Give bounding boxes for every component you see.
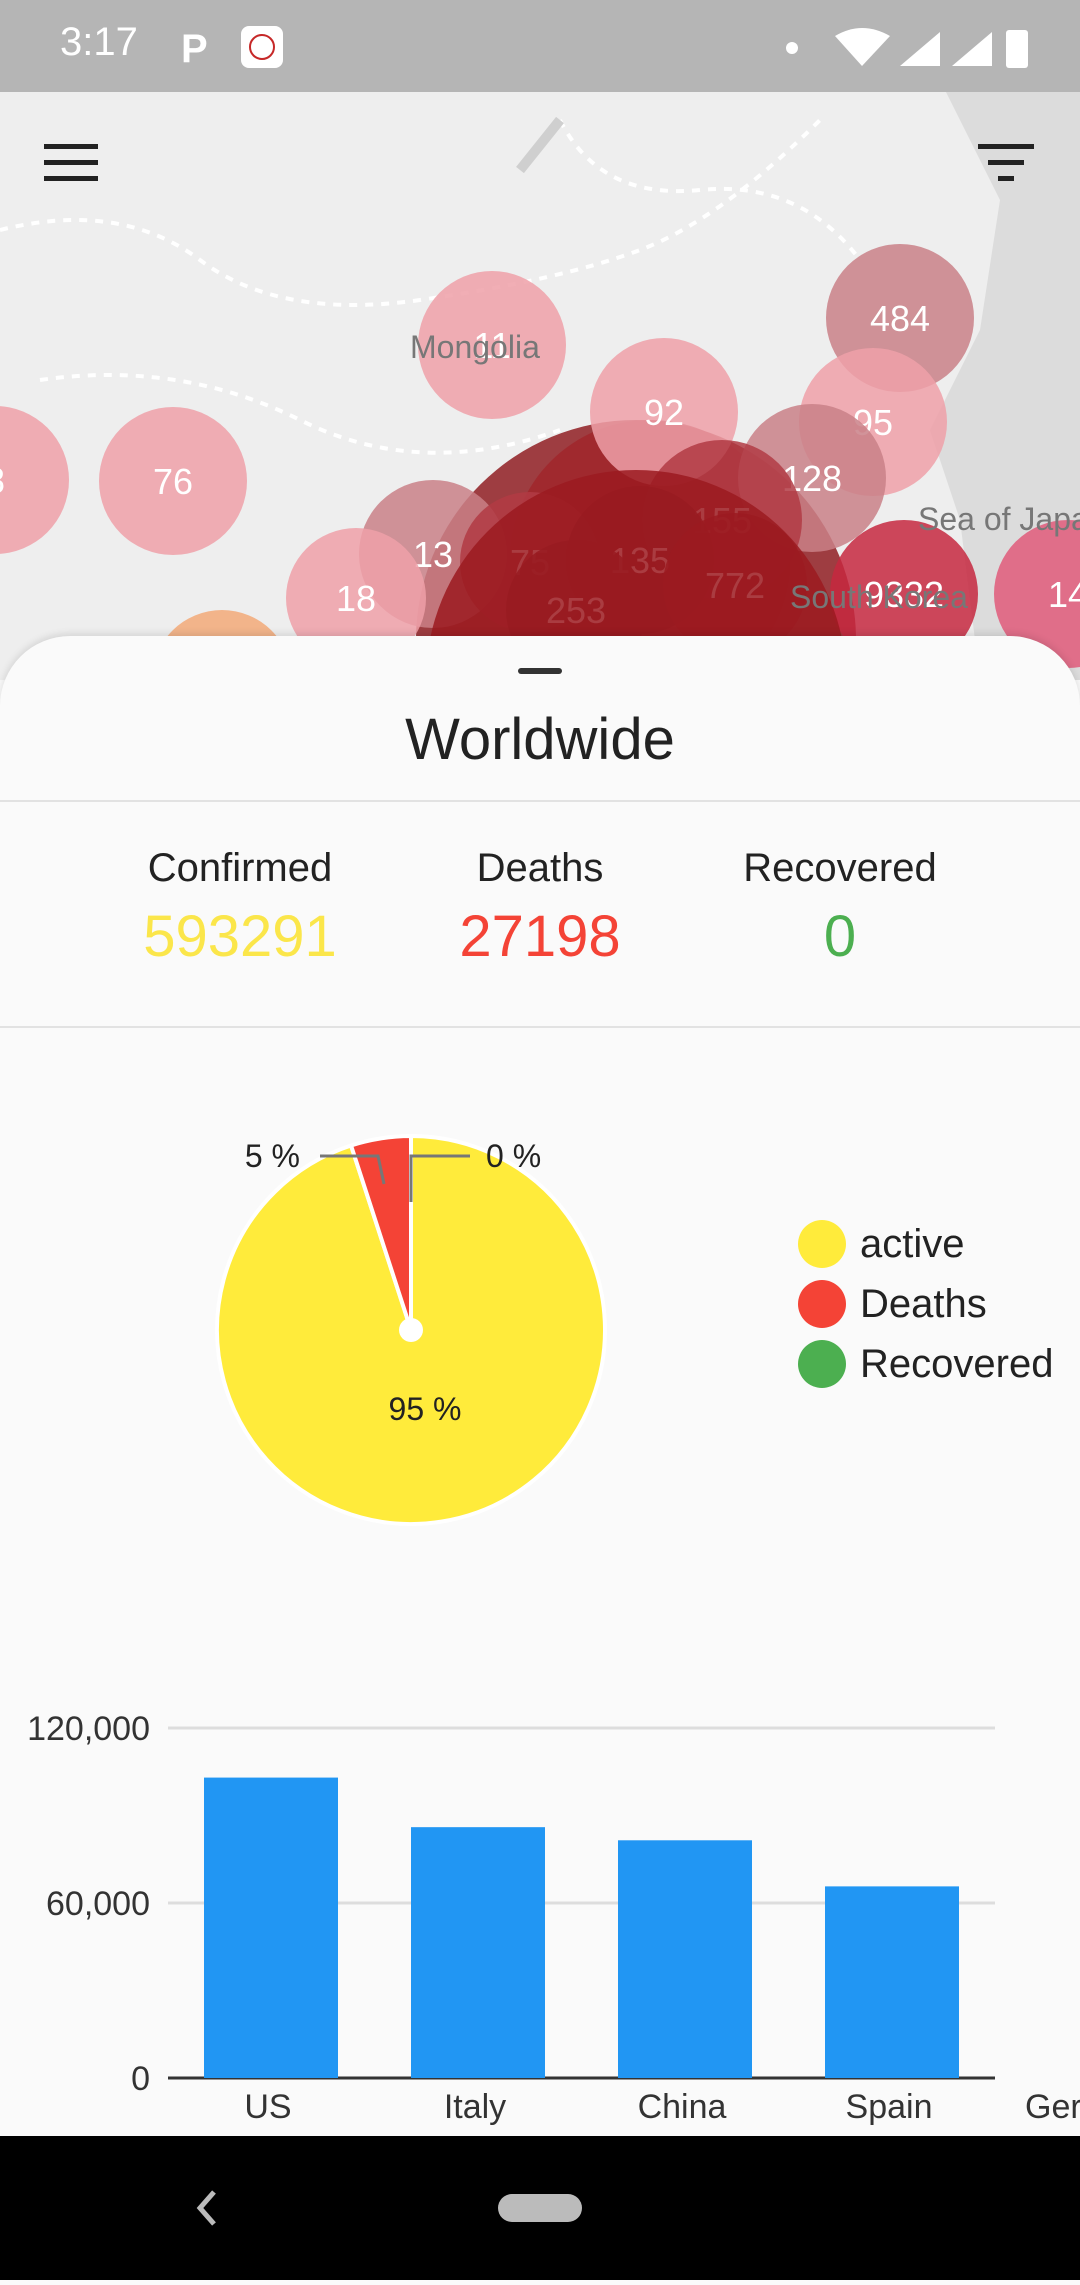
menu-icon[interactable] <box>32 122 112 202</box>
notification-dot-icon <box>786 42 798 54</box>
sheet-drag-handle[interactable] <box>518 668 562 674</box>
y-tick-label: 60,000 <box>46 1885 150 1923</box>
bottom-sheet[interactable]: Worldwide Confirmed 593291 Deaths 27198 … <box>0 636 1080 2136</box>
y-tick-label: 120,000 <box>27 1710 150 1748</box>
stat-recovered: Recovered 0 <box>690 846 990 970</box>
signal-icon-2 <box>952 32 992 66</box>
wifi-icon <box>835 28 890 66</box>
home-pill-icon <box>498 2194 582 2222</box>
back-icon <box>196 2190 216 2226</box>
bar-china <box>618 1840 752 2078</box>
divider <box>0 1026 1080 1028</box>
svg-text:P: P <box>181 27 208 71</box>
x-tick-label: Ger <box>1025 2088 1080 2126</box>
map-label-mongolia: Mongolia <box>410 329 540 365</box>
map-cluster-label: 92 <box>644 392 684 433</box>
bar-chart: 0 60,000 120,000 US Italy China Spain Ger <box>27 1710 1080 2126</box>
signal-icon <box>900 32 940 66</box>
bar-italy <box>411 1827 545 2078</box>
map-cluster[interactable]: 8 <box>0 406 69 554</box>
map-cluster-label: 8 <box>0 460 5 501</box>
stat-deaths: Deaths 27198 <box>390 846 690 970</box>
pie-chart: 95 % 5 % 0 % <box>215 1133 607 1526</box>
pie-label-active: 95 % <box>389 1391 462 1427</box>
map-cluster-label: 76 <box>153 461 193 502</box>
sheet-title: Worldwide <box>405 707 675 772</box>
parking-app-icon: P <box>181 27 208 71</box>
map-cluster-label: 18 <box>336 578 376 619</box>
x-tick-label: Spain <box>846 2088 933 2126</box>
map-cluster-label: 484 <box>870 298 930 339</box>
stat-label: Deaths <box>476 846 604 890</box>
battery-icon <box>1006 30 1028 68</box>
mi-app-icon <box>241 26 283 68</box>
status-bar: 3:17 P <box>0 0 1080 92</box>
system-status-icons <box>780 26 1040 75</box>
divider <box>0 800 1080 802</box>
pie-label-deaths: 5 % <box>245 1138 300 1174</box>
navigation-bar <box>0 2136 1080 2280</box>
bar-us <box>204 1777 338 2078</box>
legend-label: active <box>860 1222 965 1266</box>
map-label-south-korea: South Korea <box>790 579 968 615</box>
stat-value: 0 <box>823 904 857 969</box>
legend-label: Deaths <box>860 1282 987 1326</box>
bar-spain <box>825 1886 959 2078</box>
legend-label: Recovered <box>860 1342 1054 1386</box>
map-cluster[interactable]: 76 <box>99 407 247 555</box>
notification-icons: P <box>175 22 285 77</box>
map-cluster-label: 14 <box>1048 574 1080 615</box>
x-tick-label: China <box>638 2088 727 2126</box>
pie-label-recovered: 0 % <box>486 1138 541 1174</box>
map-toolbar <box>0 92 1080 242</box>
legend-color-swatch <box>798 1220 846 1268</box>
stat-label: Recovered <box>743 846 937 890</box>
y-tick-label: 0 <box>131 2060 150 2098</box>
stat-confirmed: Confirmed 593291 <box>90 846 390 970</box>
legend-color-swatch <box>798 1340 846 1388</box>
status-time: 3:17 <box>60 20 138 64</box>
legend-color-swatch <box>798 1280 846 1328</box>
stat-value: 593291 <box>143 904 337 969</box>
stat-value: 27198 <box>459 904 621 969</box>
pie-center-dot <box>399 1318 423 1342</box>
stat-label: Confirmed <box>147 846 333 890</box>
map-cluster-circle <box>0 406 69 554</box>
map-label-sea-of-japan: Sea of Japa <box>918 501 1080 537</box>
x-tick-label: Italy <box>444 2088 506 2126</box>
filter-icon[interactable] <box>968 122 1048 202</box>
x-tick-label: US <box>244 2088 291 2126</box>
